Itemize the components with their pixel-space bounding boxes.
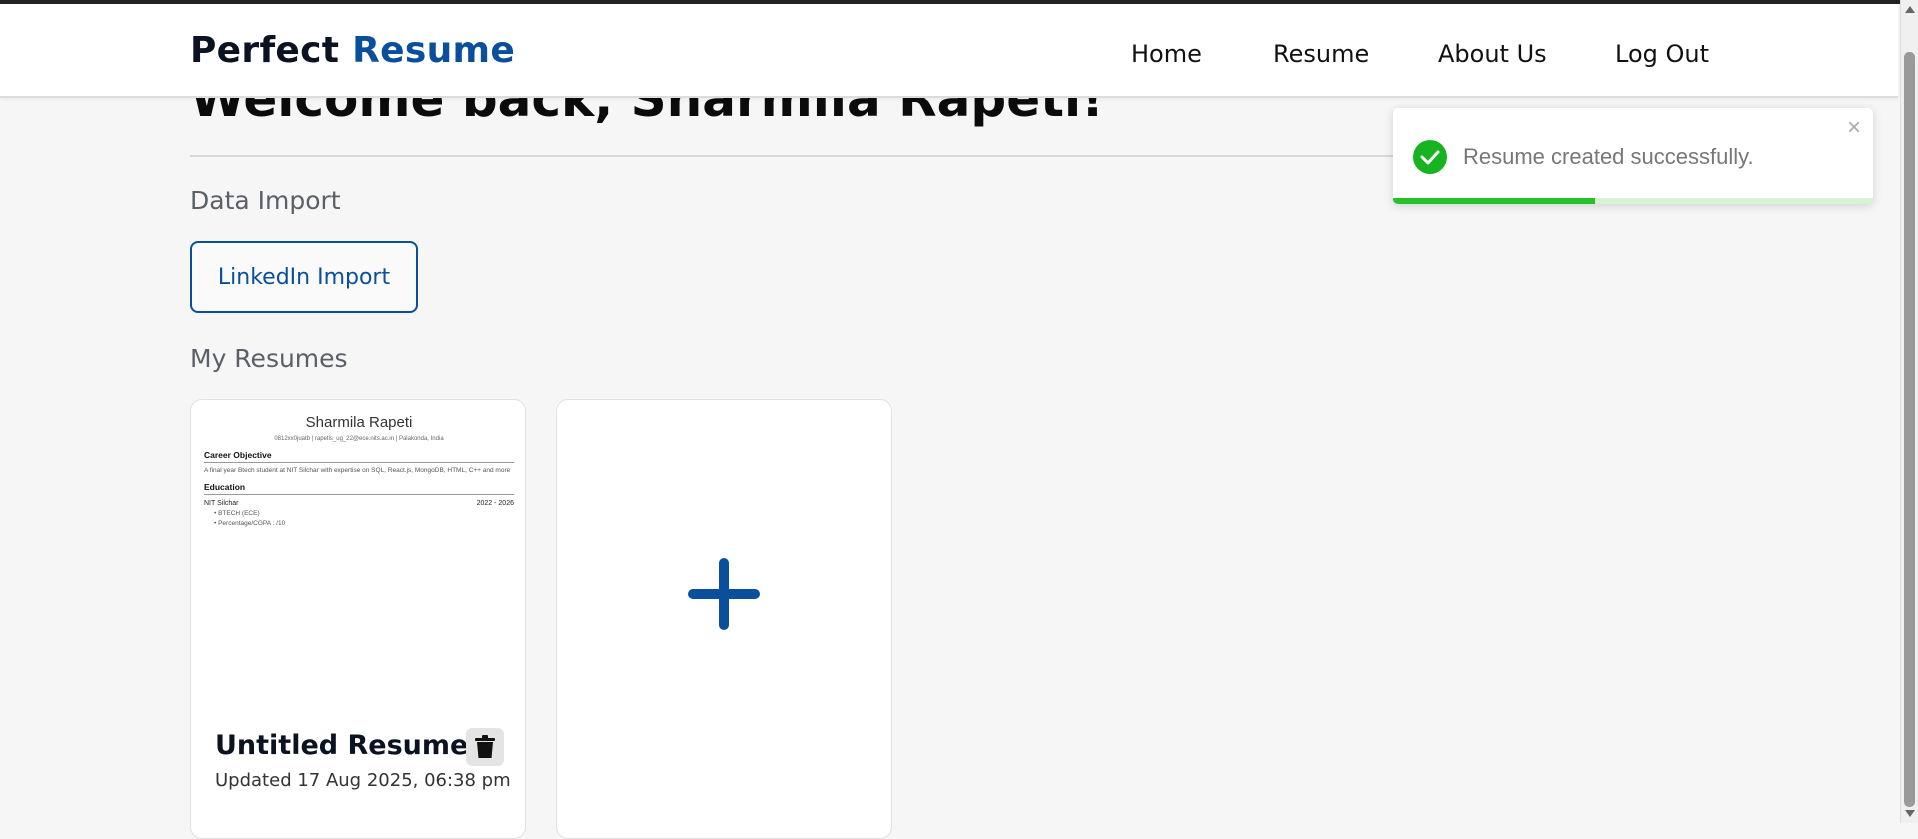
- preview-contact: 0812xx0juatb | rapetis_ug_22@ece.nits.ac…: [274, 436, 444, 442]
- preview-bullet-text: Percentage/CGPA : /10: [218, 520, 286, 527]
- preview-bullet: • BTECH (ECE): [214, 510, 260, 517]
- preview-objective-text: A final year Btech student at NIT Silcha…: [204, 467, 511, 474]
- nav-about-us[interactable]: About Us: [1438, 40, 1547, 68]
- my-resumes-heading: My Resumes: [190, 344, 348, 373]
- preview-education-row: NIT Silchar 2022 - 2026: [204, 500, 514, 507]
- toast-message: Resume created successfully.: [1463, 144, 1754, 169]
- scroll-down-arrow-icon[interactable]: [1905, 810, 1915, 817]
- plus-icon: [688, 558, 760, 630]
- divider: [190, 155, 1400, 157]
- preview-years: 2022 - 2026: [476, 500, 514, 507]
- resume-title: Untitled Resume: [215, 730, 469, 761]
- preview-objective-heading: Career Objective: [204, 450, 514, 463]
- brand-part-1: Perfect: [190, 30, 340, 71]
- preview-bullet-text: BTECH (ECE): [218, 510, 260, 517]
- check-circle-icon: [1413, 140, 1447, 174]
- resume-updated-time: Updated 17 Aug 2025, 06:38 pm: [215, 770, 511, 791]
- preview-education-heading: Education: [204, 482, 514, 495]
- trash-icon: [475, 735, 495, 758]
- resume-card[interactable]: Sharmila Rapeti 0812xx0juatb | rapetis_u…: [190, 399, 526, 839]
- scrollbar[interactable]: [1900, 0, 1918, 823]
- brand-part-2: Resume: [352, 30, 516, 71]
- linkedin-import-button[interactable]: LinkedIn Import: [190, 241, 418, 313]
- toast-progress-bar: [1393, 198, 1595, 204]
- preview-institution: NIT Silchar: [204, 500, 239, 507]
- preview-name: Sharmila Rapeti: [305, 414, 413, 431]
- delete-resume-button[interactable]: [466, 728, 504, 766]
- navbar: Perfect Resume Home Resume About Us Log …: [0, 4, 1898, 98]
- nav-resume[interactable]: Resume: [1273, 40, 1369, 68]
- toast-progress-track: [1393, 198, 1873, 204]
- scroll-thumb[interactable]: [1904, 52, 1915, 807]
- nav-log-out[interactable]: Log Out: [1615, 40, 1709, 68]
- success-toast: Resume created successfully. ×: [1393, 108, 1873, 204]
- nav-home[interactable]: Home: [1131, 40, 1202, 68]
- preview-bullet: • Percentage/CGPA : /10: [214, 520, 286, 527]
- create-resume-card[interactable]: [556, 399, 892, 839]
- close-icon[interactable]: ×: [1847, 114, 1861, 142]
- data-import-heading: Data Import: [190, 186, 341, 215]
- brand-logo[interactable]: Perfect Resume: [190, 30, 515, 71]
- scroll-up-arrow-icon[interactable]: [1905, 6, 1915, 13]
- resume-preview: Sharmila Rapeti 0812xx0juatb | rapetis_u…: [204, 414, 514, 527]
